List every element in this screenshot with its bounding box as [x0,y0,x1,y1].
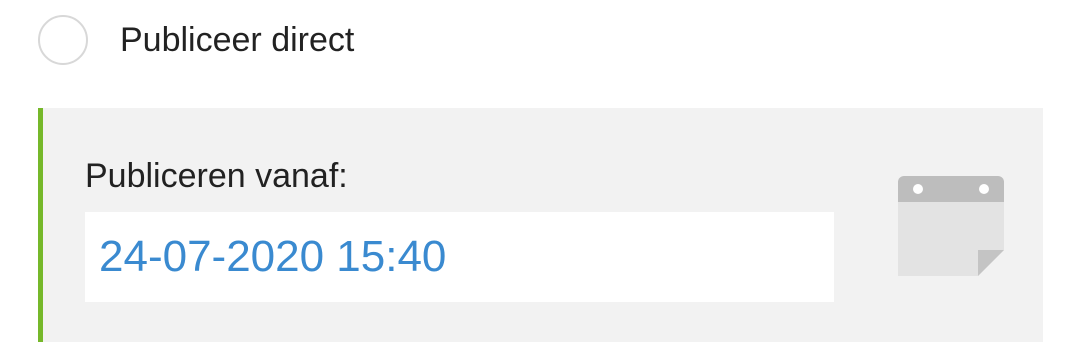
publish-direct-radio[interactable] [38,15,88,65]
publish-direct-option[interactable]: Publiceer direct [38,12,354,68]
publish-datetime-input[interactable]: 24-07-2020 15:40 [85,212,834,302]
publish-direct-label: Publiceer direct [120,21,355,59]
calendar-icon[interactable] [898,176,1004,276]
publish-datetime-value: 24-07-2020 15:40 [99,232,447,281]
publish-from-label: Publiceren vanaf: [85,157,348,195]
schedule-panel: Publiceren vanaf: 24-07-2020 15:40 [38,108,1043,342]
